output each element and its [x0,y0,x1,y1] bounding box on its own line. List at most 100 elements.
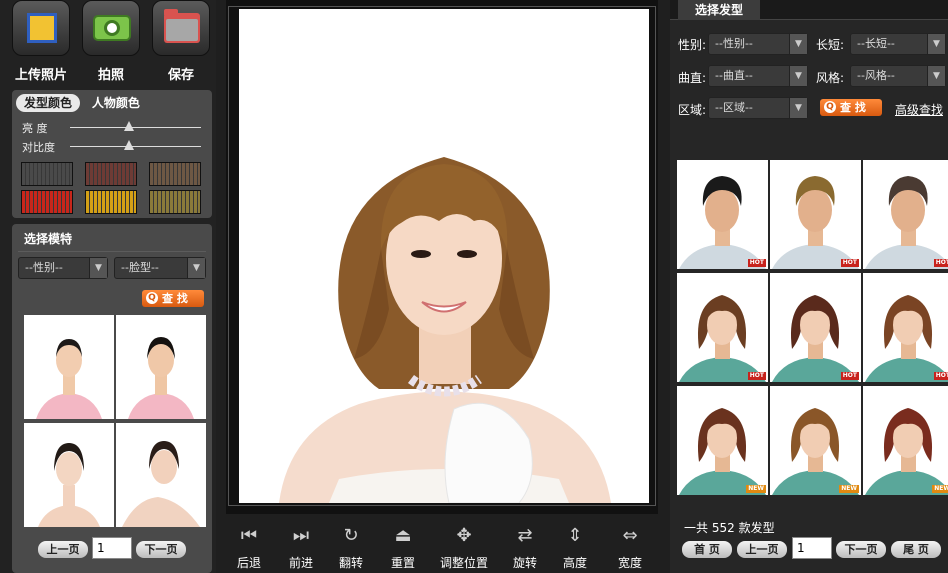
model-find-label: 查 找 [162,292,188,305]
search-icon: Q [824,101,836,113]
model-prev-page-button[interactable]: 上一页 [38,541,88,558]
portrait-photo [239,9,649,503]
width-button[interactable]: ⇔ 宽度 [612,522,648,571]
hair-curl-value: --曲直-- [715,69,753,82]
flip-button[interactable]: ↻ 翻转 [334,522,368,571]
hairstyle-thumb[interactable]: HOT [863,160,948,269]
model-gender-value: --性别-- [25,261,63,274]
contrast-slider[interactable]: 对比度 [22,139,207,154]
hairstyle-photo [863,160,948,269]
swatch-brown[interactable] [149,162,201,186]
flip-icon: ↻ [343,525,359,546]
swatch-olive[interactable] [149,190,201,214]
save-label: 保存 [167,68,194,83]
total-suffix: 款发型 [738,521,775,535]
model-photo [116,423,206,527]
rotate-button[interactable]: ⇄ 旋转 [508,522,542,571]
adjust-position-button[interactable]: ✥ 调整位置 [436,522,492,571]
brightness-slider[interactable]: 亮 度 [22,120,207,135]
preview-stage [226,0,658,514]
height-button[interactable]: ⇕ 高度 [558,522,592,571]
model-gender-select[interactable]: --性别-- ▼ [18,257,108,279]
brightness-label: 亮 度 [22,122,48,135]
rotate-icon: ⇄ [517,525,533,546]
model-thumb[interactable] [24,423,114,527]
hairstyle-thumb[interactable]: HOT [863,273,948,382]
back-button[interactable]: ⏮ 后退 [232,522,266,571]
hair-find-button[interactable]: Q 查 找 [820,99,882,116]
swatch-gold[interactable] [85,190,137,214]
model-next-page-button[interactable]: 下一页 [136,541,186,558]
model-thumb[interactable] [24,315,114,419]
hairstyle-thumb[interactable]: NEW [677,386,768,495]
new-badge: NEW [746,485,766,493]
model-page-input[interactable]: 1 [92,537,132,559]
model-photo [24,423,114,527]
hairstyle-thumb[interactable]: NEW [863,386,948,495]
length-label: 长短: [816,38,845,52]
swatch-red[interactable] [21,190,73,214]
forward-button[interactable]: ⏭ 前进 [284,522,318,571]
preview-canvas[interactable] [239,9,649,503]
tab-select-hairstyle[interactable]: 选择发型 [678,0,760,20]
hot-badge: HOT [747,372,766,380]
model-panel: 选择模特 --性别-- ▼ --脸型-- ▼ Q 查 找 上一页 1 下一页 [12,224,212,573]
hair-region-select[interactable]: --区域-- ▼ [708,97,808,119]
model-face-value: --脸型-- [121,261,159,274]
hairstyle-thumb[interactable]: HOT [770,273,861,382]
save-button[interactable]: 保存 [149,0,213,83]
flip-label: 翻转 [338,556,363,570]
last-page-button[interactable]: 尾 页 [891,541,941,558]
model-find-button[interactable]: Q 查 找 [142,290,204,307]
hair-curl-select[interactable]: --曲直-- ▼ [708,65,808,87]
chevron-down-icon: ▼ [927,66,945,86]
swatch-wine[interactable] [85,162,137,186]
hairstyle-thumb[interactable]: HOT [770,160,861,269]
hairstyle-thumb[interactable]: HOT [677,273,768,382]
hairstyle-thumb[interactable]: HOT [677,160,768,269]
hairstyle-photo [677,273,768,382]
bottom-toolbar: ⏮ 后退 ⏭ 前进 ↻ 翻转 ⏏ 重置 ✥ 调整位置 ⇄ 旋转 ⇕ 高度 ⇔ 宽… [226,514,658,573]
search-icon: Q [146,292,158,304]
model-thumb[interactable] [116,423,206,527]
reset-button[interactable]: ⏏ 重置 [386,522,420,571]
contrast-track[interactable] [70,146,201,147]
hair-length-value: --长短-- [857,37,895,50]
model-face-select[interactable]: --脸型-- ▼ [114,257,206,279]
style-label: 风格: [816,71,845,85]
brightness-track[interactable] [70,127,201,128]
upload-photo-button[interactable]: 上传照片 [9,0,73,83]
chevron-down-icon: ▼ [187,258,205,278]
advanced-search-link[interactable]: 高级查找 [895,101,943,118]
contrast-knob[interactable] [123,140,134,150]
hairstyle-thumb[interactable]: NEW [770,386,861,495]
hairstyle-photo [770,273,861,382]
hair-style-select[interactable]: --风格-- ▼ [850,65,946,87]
width-label: 宽度 [617,556,642,570]
hair-gender-select[interactable]: --性别-- ▼ [708,33,808,55]
model-thumb[interactable] [116,315,206,419]
forward-icon: ⏭ [292,525,310,546]
hair-length-select[interactable]: --长短-- ▼ [850,33,946,55]
back-icon: ⏮ [240,525,258,546]
tab-person-color[interactable]: 人物颜色 [84,94,148,112]
hairstyle-tabbar: 选择发型 [670,0,948,20]
hairstyle-photo [863,386,948,495]
gender-label: 性别: [678,38,707,52]
hair-next-page-button[interactable]: 下一页 [836,541,886,558]
hair-style-value: --风格-- [857,69,895,82]
hair-prev-page-button[interactable]: 上一页 [737,541,787,558]
adjust-position-label: 调整位置 [439,556,488,570]
brightness-knob[interactable] [123,121,134,131]
camera-button[interactable]: 拍照 [79,0,143,83]
total-count: 552 [711,521,735,535]
height-label: 高度 [562,556,587,570]
first-page-button[interactable]: 首 页 [682,541,732,558]
hair-page-input[interactable]: 1 [792,537,832,559]
color-panel: 发型颜色 人物颜色 亮 度 对比度 [12,90,212,218]
hairstyle-total: 一共 552 款发型 [684,519,775,536]
upload-icon [12,0,70,56]
swatch-grey[interactable] [21,162,73,186]
tab-hair-color[interactable]: 发型颜色 [16,94,81,112]
hot-badge: HOT [933,372,948,380]
